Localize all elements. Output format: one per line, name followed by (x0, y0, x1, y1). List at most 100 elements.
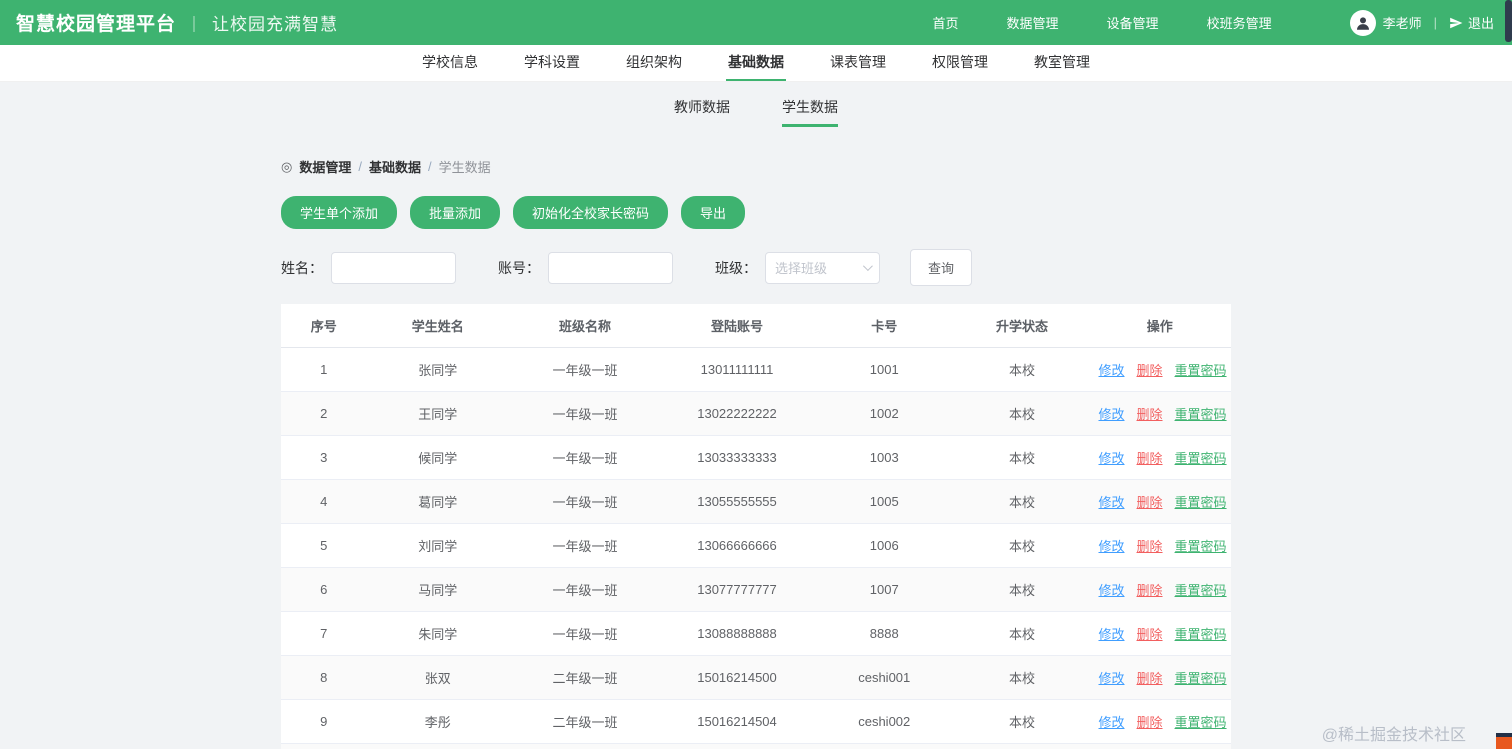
edit-link[interactable]: 修改 (1099, 539, 1125, 554)
user-name: 李老师 (1382, 16, 1422, 31)
class-select[interactable]: 选择班级 (765, 251, 880, 284)
breadcrumb: ◎ 数据管理 / 基础数据 / 学生数据 (281, 157, 1231, 176)
delete-link[interactable]: 删除 (1137, 715, 1163, 730)
scrollbar-thumb[interactable] (1505, 0, 1512, 42)
paper-plane-icon (1450, 17, 1463, 28)
tab-org-structure[interactable]: 组织架构 (624, 45, 684, 81)
cell-index: 7 (281, 611, 367, 656)
toolbar: 学生单个添加 批量添加 初始化全校家长密码 导出 (281, 196, 1231, 229)
delete-link[interactable]: 删除 (1137, 363, 1163, 378)
brand: 智慧校园管理平台 ｜ 让校园充满智慧 (16, 9, 338, 36)
header-right: 首页 数据管理 设备管理 校班务管理 李老师 | 退出 (933, 9, 1494, 36)
cell-class: 一年级一班 (509, 611, 661, 656)
app-header: 智慧校园管理平台 ｜ 让校园充满智慧 首页 数据管理 设备管理 校班务管理 李老… (0, 0, 1512, 45)
reset-password-link[interactable]: 重置密码 (1175, 495, 1227, 510)
tab-school-info[interactable]: 学校信息 (420, 45, 480, 81)
cell-index: 9 (281, 699, 367, 744)
edit-link[interactable]: 修改 (1099, 671, 1125, 686)
cell-status: 本校 (955, 347, 1089, 392)
table-row: 2 王同学 一年级一班 13022222222 1002 本校 修改 删除 重置密码 (281, 391, 1231, 436)
breadcrumb-student-data: 学生数据 (438, 160, 491, 175)
class-select-placeholder: 选择班级 (775, 261, 828, 276)
user-avatar-icon (1356, 16, 1369, 30)
reset-password-link[interactable]: 重置密码 (1175, 407, 1227, 422)
delete-link[interactable]: 删除 (1137, 451, 1163, 466)
reset-password-link[interactable]: 重置密码 (1175, 671, 1227, 686)
reset-password-link[interactable]: 重置密码 (1175, 539, 1227, 554)
add-single-student-button[interactable]: 学生单个添加 (281, 196, 398, 229)
delete-link[interactable]: 删除 (1137, 407, 1163, 422)
cell-card: 1002 (813, 391, 956, 436)
cell-card: 1001 (813, 347, 956, 392)
account-label: 账号： (498, 259, 540, 276)
export-button[interactable]: 导出 (681, 196, 746, 229)
avatar[interactable] (1349, 9, 1376, 36)
content-container: ◎ 数据管理 / 基础数据 / 学生数据 学生单个添加 批量添加 初始化全校家长… (281, 157, 1231, 749)
search-button[interactable]: 查询 (910, 249, 973, 286)
table-row: 10王虎二年级一班15016214508ceshi003本校修改删除重置密码 (281, 743, 1231, 749)
edit-link[interactable]: 修改 (1099, 583, 1125, 598)
delete-link[interactable]: 删除 (1137, 583, 1163, 598)
reset-password-link[interactable]: 重置密码 (1175, 627, 1227, 642)
tab-subject-setup[interactable]: 学科设置 (522, 45, 582, 81)
watermark: @稀土掘金技术社区 (1321, 727, 1466, 744)
cell-status: 本校 (955, 435, 1089, 480)
delete-link[interactable]: 删除 (1137, 627, 1163, 642)
cell-class: 二年级一班 (509, 655, 661, 700)
cell-account: 13088888888 (661, 611, 813, 656)
edit-link[interactable]: 修改 (1099, 407, 1125, 422)
edit-link[interactable]: 修改 (1099, 451, 1125, 466)
cell-class: 一年级一班 (509, 435, 661, 480)
cell-status: 本校 (955, 523, 1089, 568)
tab-timetable[interactable]: 课表管理 (828, 45, 888, 81)
logout-button[interactable]: 退出 (1449, 13, 1494, 32)
edit-link[interactable]: 修改 (1099, 627, 1125, 642)
topnav-home[interactable]: 首页 (933, 13, 959, 32)
subtab-teacher-data[interactable]: 教师数据 (674, 97, 730, 127)
cell-account: 15016214508 (661, 743, 813, 749)
batch-add-button[interactable]: 批量添加 (410, 196, 501, 229)
breadcrumb-basic-data[interactable]: 基础数据 (369, 157, 421, 176)
location-pin-icon: ◎ (281, 158, 293, 174)
col-status: 升学状态 (955, 304, 1089, 348)
delete-link[interactable]: 删除 (1137, 671, 1163, 686)
name-label: 姓名： (281, 259, 323, 276)
topnav-school-affairs[interactable]: 校班务管理 (1207, 13, 1272, 32)
cell-name: 王虎 (366, 743, 509, 749)
reset-password-link[interactable]: 重置密码 (1175, 363, 1227, 378)
reset-password-link[interactable]: 重置密码 (1175, 715, 1227, 730)
topnav-data-management[interactable]: 数据管理 (1007, 13, 1059, 32)
cell-name: 候同学 (366, 435, 509, 480)
cell-class: 一年级一班 (509, 479, 661, 524)
delete-link[interactable]: 删除 (1137, 539, 1163, 554)
cell-account: 13066666666 (661, 523, 813, 568)
cell-card: 1007 (813, 567, 956, 612)
cell-name: 朱同学 (366, 611, 509, 656)
cell-card: ceshi002 (813, 699, 956, 744)
scrollbar[interactable] (1505, 0, 1512, 749)
breadcrumb-data-management[interactable]: 数据管理 (299, 157, 351, 176)
student-table-body: 1 张同学 一年级一班 13011111111 1001 本校 修改 删除 重置密码 2 王同学 一年… (281, 347, 1231, 749)
filter-row: 姓名： 账号： 班级： 选择班级 查询 (281, 249, 1231, 286)
cell-account: 15016214504 (661, 699, 813, 744)
table-row: 9 李彤 二年级一班 15016214504 ceshi002 本校 修改 删除 重置密码 (281, 699, 1231, 744)
name-input[interactable] (331, 251, 456, 284)
edit-link[interactable]: 修改 (1099, 715, 1125, 730)
cell-name: 张双 (366, 655, 509, 700)
reset-password-link[interactable]: 重置密码 (1175, 583, 1227, 598)
edit-link[interactable]: 修改 (1099, 495, 1125, 510)
reset-password-link[interactable]: 重置密码 (1175, 451, 1227, 466)
tab-classroom[interactable]: 教室管理 (1032, 45, 1092, 81)
tab-permissions[interactable]: 权限管理 (930, 45, 990, 81)
cell-status: 本校 (955, 611, 1089, 656)
account-input[interactable] (548, 251, 673, 284)
subtab-student-data[interactable]: 学生数据 (782, 97, 838, 127)
topnav-device-management[interactable]: 设备管理 (1107, 13, 1159, 32)
col-operations: 操作 (1088, 304, 1231, 348)
delete-link[interactable]: 删除 (1137, 495, 1163, 510)
brand-divider: ｜ (186, 16, 203, 34)
cell-card: ceshi001 (813, 655, 956, 700)
edit-link[interactable]: 修改 (1099, 363, 1125, 378)
init-parent-password-button[interactable]: 初始化全校家长密码 (513, 196, 669, 229)
tab-basic-data[interactable]: 基础数据 (726, 45, 786, 81)
